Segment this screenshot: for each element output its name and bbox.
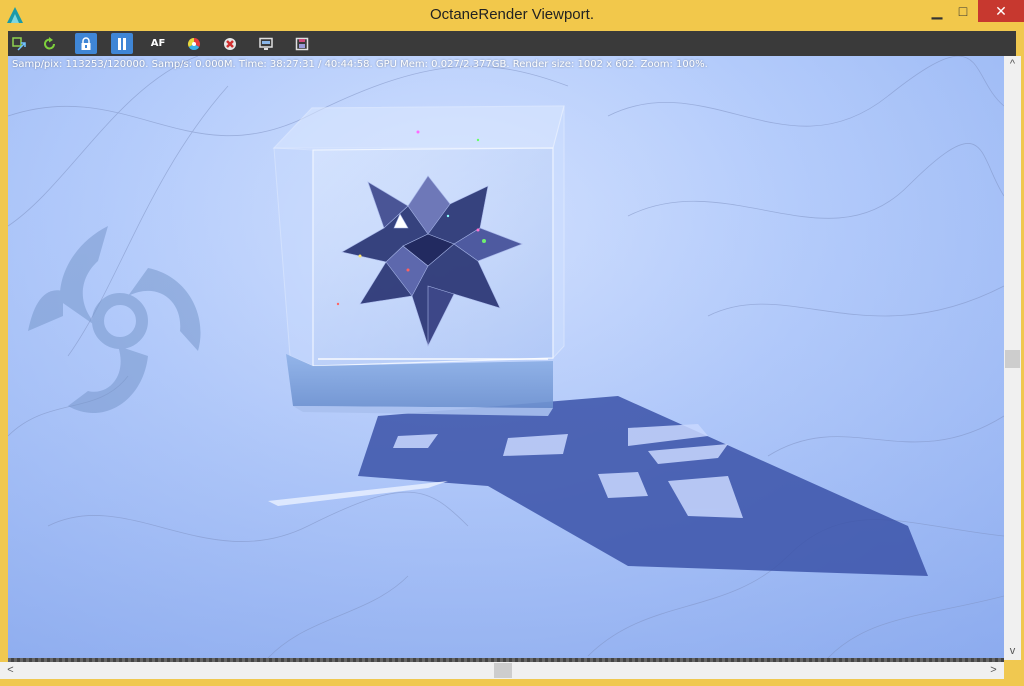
lock-button[interactable]	[75, 33, 97, 54]
window-title: OctaneRender Viewport.	[430, 6, 594, 23]
send-to-viewport-icon	[12, 36, 26, 51]
color-picker-icon	[187, 37, 201, 50]
lock-icon	[81, 36, 91, 50]
scroll-down-arrow-icon[interactable]: v	[1004, 643, 1021, 660]
send-to-viewport-button[interactable]	[8, 33, 30, 54]
vertical-scrollbar[interactable]: ^ v	[1004, 56, 1021, 660]
render-image	[8, 56, 1004, 658]
title-bar: OctaneRender Viewport. ▁ □ ✕	[0, 0, 1024, 30]
restart-render-button[interactable]	[39, 33, 61, 54]
restart-render-icon	[44, 36, 55, 49]
scroll-right-arrow-icon[interactable]: >	[985, 662, 1002, 679]
color-picker-button[interactable]	[183, 33, 205, 54]
autofocus-icon: AF	[150, 38, 166, 49]
viewport-toolbar: AF	[8, 31, 1016, 56]
render-statistics: Samp/pix: 113253/120000. Samp/s: 0.000M.…	[12, 59, 708, 70]
display-settings-button[interactable]	[255, 33, 277, 54]
horizontal-scroll-thumb[interactable]	[494, 663, 512, 678]
display-settings-icon	[259, 37, 273, 50]
close-button[interactable]: ✕	[978, 0, 1024, 22]
pause-icon	[118, 37, 126, 50]
clear-icon	[224, 37, 236, 50]
horizontal-scrollbar[interactable]: < >	[0, 662, 1004, 679]
autofocus-button[interactable]: AF	[147, 33, 169, 54]
pause-button[interactable]	[111, 33, 133, 54]
vertical-scroll-thumb[interactable]	[1005, 350, 1020, 368]
save-image-button[interactable]	[291, 33, 313, 54]
save-image-icon	[295, 37, 309, 50]
scroll-left-arrow-icon[interactable]: <	[2, 662, 19, 679]
render-viewport[interactable]: Samp/pix: 113253/120000. Samp/s: 0.000M.…	[8, 56, 1004, 658]
maximize-button[interactable]: □	[946, 0, 980, 22]
scroll-up-arrow-icon[interactable]: ^	[1004, 56, 1021, 73]
clear-button[interactable]	[219, 33, 241, 54]
